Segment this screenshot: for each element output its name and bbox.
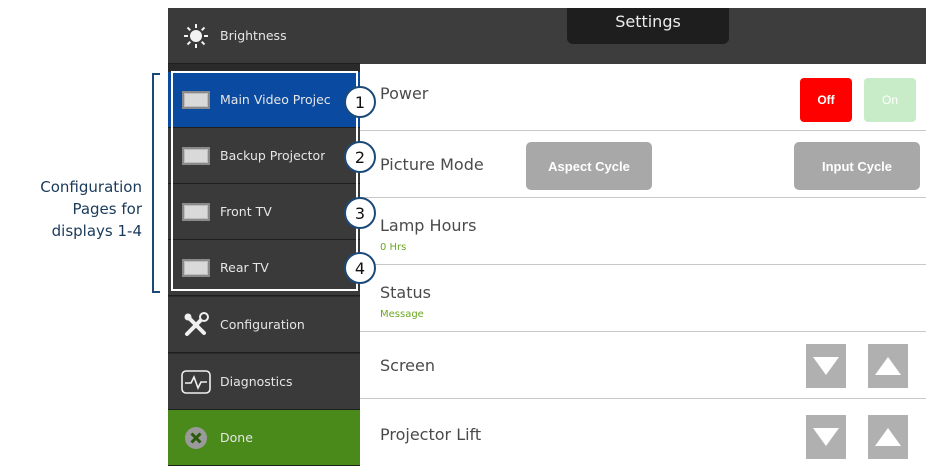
annotation-line-3: displays 1-4 [51, 222, 142, 240]
sidebar-item-label: Rear TV [220, 260, 269, 275]
display-icon [180, 256, 212, 280]
annotation-label: Configuration Pages for displays 1-4 [0, 176, 142, 242]
screen-down-button[interactable] [806, 344, 846, 388]
row-label: Power [380, 84, 429, 103]
sidebar-item-front-tv[interactable]: Front TV [168, 184, 360, 240]
row-status: Status Message [360, 265, 926, 332]
display-icon [180, 200, 212, 224]
sidebar-item-label: Configuration [220, 317, 305, 332]
sidebar-item-label: Backup Projector [220, 148, 326, 163]
lift-down-button[interactable] [806, 415, 846, 459]
annotation-bracket [152, 73, 160, 293]
status-value: Message [380, 309, 424, 320]
display-icon [180, 144, 212, 168]
row-label: Projector Lift [380, 425, 482, 444]
arrow-up-icon [875, 428, 901, 446]
row-power: Power Off On [360, 64, 926, 131]
row-lamp-hours: Lamp Hours 0 Hrs [360, 198, 926, 265]
arrow-down-icon [813, 357, 839, 375]
callout-3: 3 [344, 197, 376, 229]
sidebar: Brightness Main Video Projec Backup Proj… [168, 8, 360, 466]
row-label: Status [380, 283, 431, 302]
power-off-button[interactable]: Off [800, 78, 852, 122]
sidebar-item-main-video-projector[interactable]: Main Video Projec [168, 72, 360, 128]
row-projector-lift: Projector Lift [360, 399, 926, 466]
sidebar-item-brightness[interactable]: Brightness [168, 8, 360, 64]
sidebar-item-backup-projector[interactable]: Backup Projector [168, 128, 360, 184]
tools-icon [180, 311, 212, 337]
sun-icon [180, 23, 212, 48]
lift-up-button[interactable] [868, 415, 908, 459]
sidebar-item-label: Front TV [220, 204, 272, 219]
input-cycle-button[interactable]: Input Cycle [794, 142, 920, 190]
callout-2: 2 [344, 141, 376, 173]
sidebar-item-done[interactable]: Done [168, 410, 360, 466]
row-label: Picture Mode [380, 155, 484, 174]
close-circle-icon [180, 426, 212, 450]
waveform-icon [180, 369, 212, 394]
screen-up-button[interactable] [868, 344, 908, 388]
sidebar-item-diagnostics[interactable]: Diagnostics [168, 354, 360, 410]
sidebar-item-label: Done [220, 430, 253, 445]
row-picture-mode: Picture Mode Aspect Cycle Input Cycle [360, 131, 926, 198]
lamp-hours-value: 0 Hrs [380, 242, 407, 253]
header-bar: Settings [360, 8, 926, 64]
sidebar-item-configuration[interactable]: Configuration [168, 297, 360, 353]
annotation-line-2: Pages for [72, 200, 142, 218]
callout-1: 1 [344, 86, 376, 118]
row-label: Lamp Hours [380, 216, 477, 235]
page-title: Settings [567, 8, 729, 44]
display-icon [180, 88, 212, 112]
sidebar-item-label: Main Video Projec [220, 92, 331, 107]
callout-4: 4 [344, 252, 376, 284]
row-label: Screen [380, 356, 436, 375]
sidebar-item-label: Brightness [220, 28, 287, 43]
aspect-cycle-button[interactable]: Aspect Cycle [526, 142, 652, 190]
settings-panel: Power Off On Picture Mode Aspect Cycle I… [360, 64, 926, 466]
device-screen: Brightness Main Video Projec Backup Proj… [168, 8, 926, 466]
annotation-line-1: Configuration [40, 178, 142, 196]
sidebar-item-rear-tv[interactable]: Rear TV [168, 240, 360, 296]
arrow-down-icon [813, 428, 839, 446]
sidebar-item-label: Diagnostics [220, 374, 293, 389]
arrow-up-icon [875, 357, 901, 375]
row-screen: Screen [360, 332, 926, 399]
power-on-button[interactable]: On [864, 78, 916, 122]
